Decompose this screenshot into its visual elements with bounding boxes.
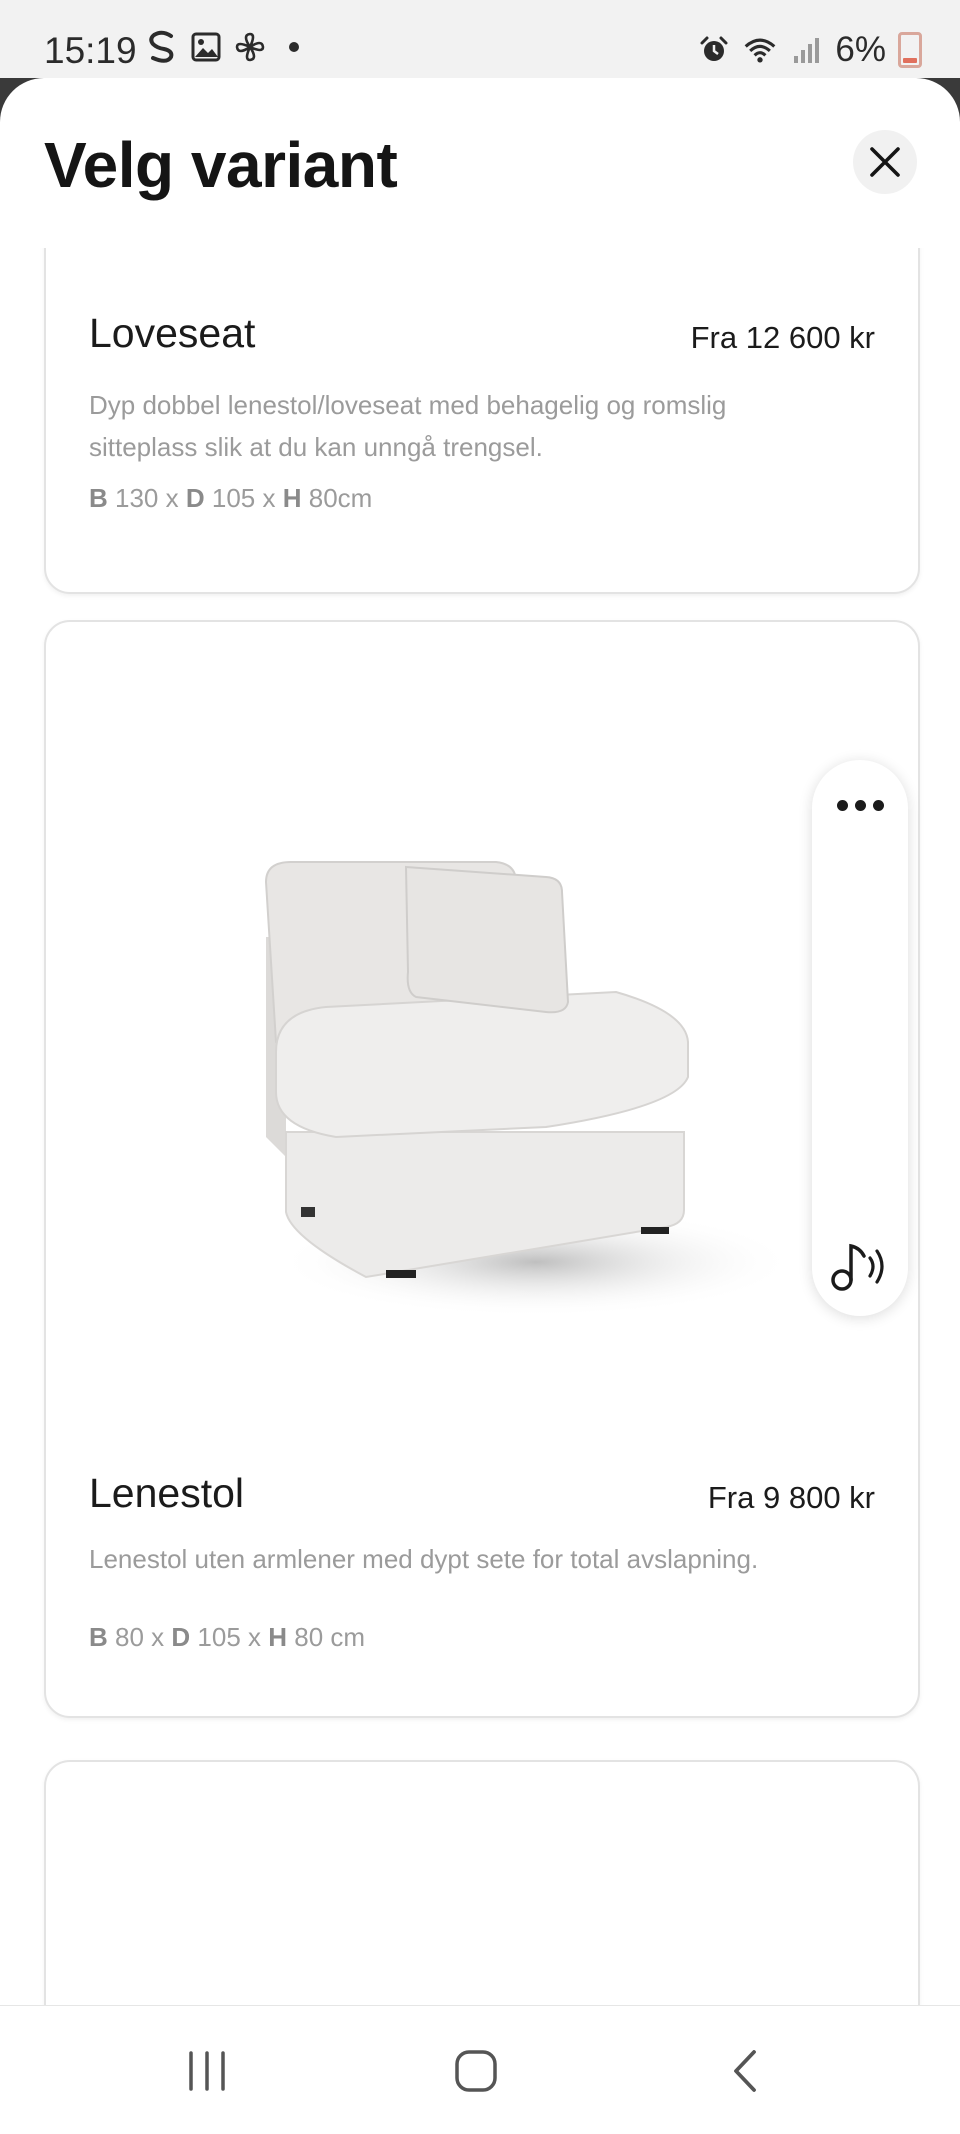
pinwheel-icon	[233, 30, 267, 64]
back-icon	[734, 2050, 756, 2092]
variant-dimensions: B 130 x D 105 x H 80cm	[89, 483, 373, 513]
s-app-icon	[145, 30, 179, 64]
status-left-icons	[145, 30, 311, 64]
battery-percent: 6%	[835, 30, 886, 69]
close-icon	[870, 147, 900, 177]
variant-description: Dyp dobbel lenestol/loveseat med behagel…	[89, 390, 727, 462]
more-dots-icon[interactable]	[812, 790, 908, 820]
floating-tools-panel	[812, 760, 908, 1316]
variant-dimensions: B 80 x D 105 x H 80 cm	[89, 1622, 366, 1652]
back-button[interactable]	[716, 2046, 776, 2096]
recent-apps-icon	[189, 2051, 225, 2091]
navigation-bar	[0, 2005, 960, 2134]
variant-price: Fra 9 800 kr	[707, 1480, 875, 1515]
armless-chair-image	[246, 852, 806, 1332]
variant-name: Lenestol	[89, 1470, 245, 1516]
variant-name: Loveseat	[89, 310, 256, 356]
variant-card-lenestol[interactable]: Lenestol Fra 9 800 kr Lenestol uten arml…	[44, 620, 920, 1718]
gallery-icon	[189, 30, 223, 64]
status-bar: 15:19 6%	[0, 0, 960, 78]
notification-dot-icon	[277, 30, 311, 64]
variant-sheet: Velg variant Loveseat Fra 12 600 kr Dyp …	[0, 78, 960, 2005]
wifi-icon	[743, 33, 777, 67]
signal-icon	[789, 33, 823, 67]
variant-price: Fra 12 600 kr	[690, 320, 875, 355]
variant-card-loveseat[interactable]: Loveseat Fra 12 600 kr Dyp dobbel lenest…	[44, 248, 920, 594]
close-button[interactable]	[853, 130, 917, 194]
sound-reader-icon[interactable]	[826, 1236, 894, 1296]
sheet-title: Velg variant	[44, 129, 398, 201]
alarm-icon	[697, 33, 731, 67]
variant-list[interactable]: Loveseat Fra 12 600 kr Dyp dobbel lenest…	[0, 248, 960, 2005]
recent-apps-button[interactable]	[177, 2046, 237, 2096]
home-icon	[455, 2050, 497, 2092]
battery-icon	[898, 32, 922, 68]
home-button[interactable]	[446, 2046, 506, 2096]
variant-description: Lenestol uten armlener med dypt sete for…	[89, 1544, 759, 1574]
status-time: 15:19	[44, 30, 137, 71]
variant-card-next[interactable]	[44, 1760, 920, 2005]
status-right-icons: 6%	[697, 30, 922, 70]
